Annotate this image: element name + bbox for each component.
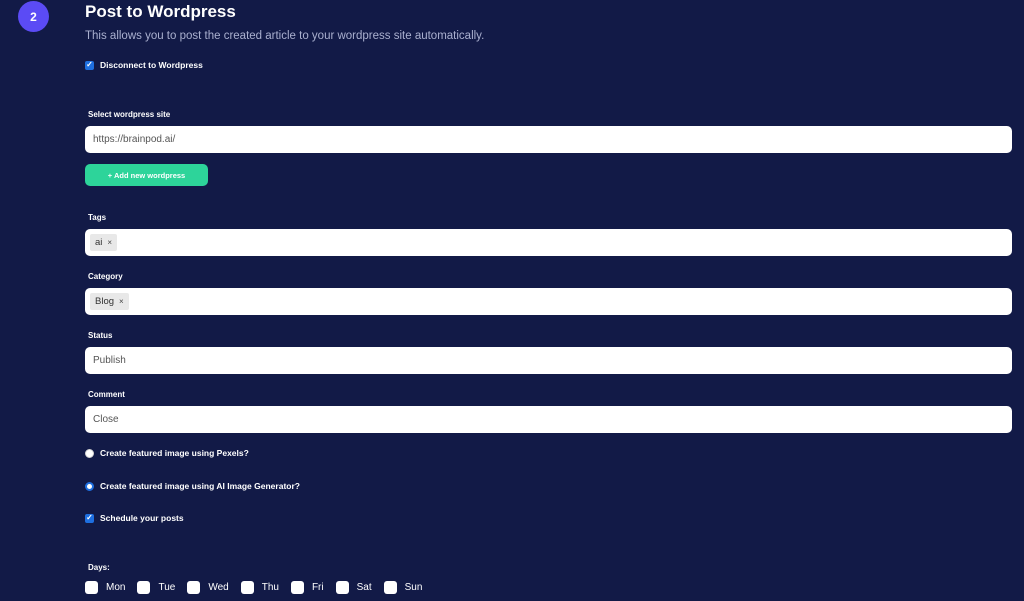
tags-label: Tags — [88, 213, 107, 222]
checkbox-empty-icon — [187, 581, 201, 594]
ai-image-label: Create featured image using AI Image Gen… — [100, 481, 300, 491]
ai-image-radio[interactable]: Create featured image using AI Image Gen… — [85, 481, 300, 491]
day-checkbox-thu[interactable]: Thu — [240, 581, 279, 594]
select-site-label: Select wordpress site — [88, 110, 171, 119]
day-checkbox-mon[interactable]: Mon — [85, 581, 125, 594]
days-label: Days: — [88, 563, 110, 572]
checkbox-checked-icon: ✓ — [85, 60, 94, 70]
remove-tag-icon[interactable]: × — [107, 238, 112, 247]
comment-label: Comment — [88, 390, 125, 399]
day-label: Wed — [208, 582, 229, 593]
schedule-posts-label: Schedule your posts — [100, 513, 184, 523]
category-chip-label: Blog — [95, 296, 115, 307]
pexels-image-radio[interactable]: Create featured image using Pexels? — [85, 448, 249, 458]
day-label: Tue — [158, 582, 176, 593]
checkbox-empty-icon — [335, 581, 349, 594]
wordpress-site-select[interactable]: https://brainpod.ai/ — [85, 126, 1012, 153]
comment-value: Close — [93, 414, 119, 425]
day-label: Fri — [311, 582, 324, 593]
page-title: Post to Wordpress — [85, 2, 236, 21]
tag-chip-label: ai — [95, 237, 103, 248]
page-subtitle: This allows you to post the created arti… — [85, 30, 485, 42]
checkbox-empty-icon — [137, 581, 151, 594]
category-label: Category — [88, 272, 123, 281]
tag-chip: ai × — [90, 234, 118, 251]
checkbox-empty-icon — [290, 581, 304, 594]
checkbox-empty-icon — [85, 581, 98, 594]
day-checkbox-wed[interactable]: Wed — [187, 581, 229, 594]
checkbox-empty-icon — [383, 581, 397, 594]
disconnect-wordpress-checkbox[interactable]: ✓ Disconnect to Wordpress — [85, 60, 203, 70]
day-label: Mon — [106, 582, 126, 593]
days-selector: Mon Tue Wed Thu Fri Sat Sun — [85, 581, 434, 594]
category-input[interactable]: Blog × — [85, 288, 1012, 315]
pexels-image-label: Create featured image using Pexels? — [100, 448, 249, 458]
comment-select[interactable]: Close — [85, 406, 1012, 433]
radio-unselected-icon — [85, 448, 94, 458]
radio-selected-icon — [85, 481, 94, 491]
status-value: Publish — [93, 355, 126, 366]
checkbox-checked-icon: ✓ — [85, 513, 94, 523]
day-label: Sat — [356, 582, 372, 593]
day-checkbox-sat[interactable]: Sat — [335, 581, 372, 594]
day-label: Thu — [261, 582, 279, 593]
step-number-badge: 2 — [18, 1, 49, 32]
schedule-posts-checkbox[interactable]: ✓ Schedule your posts — [85, 513, 184, 523]
status-select[interactable]: Publish — [85, 347, 1012, 374]
day-checkbox-tue[interactable]: Tue — [137, 581, 175, 594]
add-new-wordpress-button[interactable]: + Add new wordpress — [85, 164, 208, 186]
day-checkbox-sun[interactable]: Sun — [383, 581, 423, 594]
day-checkbox-fri[interactable]: Fri — [290, 581, 324, 594]
status-label: Status — [88, 331, 113, 340]
disconnect-wordpress-label: Disconnect to Wordpress — [100, 60, 203, 70]
wordpress-site-value: https://brainpod.ai/ — [93, 134, 176, 145]
category-chip: Blog × — [90, 293, 129, 310]
remove-category-icon[interactable]: × — [119, 297, 124, 306]
day-label: Sun — [404, 582, 423, 593]
tags-input[interactable]: ai × — [85, 229, 1012, 256]
checkbox-empty-icon — [240, 581, 254, 594]
